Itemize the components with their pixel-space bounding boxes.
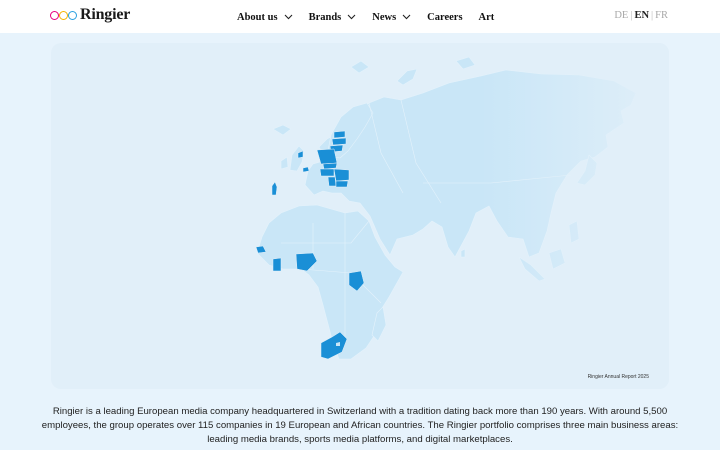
logo-wordmark: Ringier <box>80 6 131 23</box>
language-separator: | <box>651 10 654 21</box>
world-map-card: Ringier Annual Report 2025 <box>51 43 669 389</box>
country-portugal <box>271 181 278 196</box>
country-hungary <box>319 168 335 177</box>
country-bulgaria <box>335 180 349 188</box>
country-estonia <box>333 130 346 139</box>
nav-item-label: Careers <box>427 11 463 23</box>
map-credit: Ringier Annual Report 2025 <box>587 374 649 380</box>
country-serbia <box>327 176 337 187</box>
iceland-landmass <box>272 124 292 136</box>
chevron-down-icon <box>347 14 356 20</box>
intro-paragraph: Ringier is a leading European media comp… <box>41 406 679 445</box>
language-separator: | <box>630 10 633 21</box>
country-ghana <box>272 257 282 272</box>
language-de[interactable]: DE <box>614 10 628 21</box>
country-romania <box>333 168 350 182</box>
chevron-down-icon <box>284 14 292 20</box>
nav-item-about-us[interactable]: About us <box>237 12 293 23</box>
logo-ring-yellow <box>59 10 68 20</box>
svalbard-landmass <box>350 60 370 74</box>
logo-rings-icon <box>50 10 78 21</box>
nav-item-label: About us <box>237 11 278 23</box>
novaya-zemlya-landmass <box>396 68 418 86</box>
nav-item-art[interactable]: Art <box>479 12 495 23</box>
nav-item-label: Art <box>478 11 495 23</box>
nav-item-brands[interactable]: Brands <box>309 12 357 23</box>
main-nav: About us Brands News Careers Art <box>237 10 510 24</box>
sri-lanka-landmass <box>460 248 466 258</box>
world-map <box>255 43 669 389</box>
ringier-logo[interactable]: Ringier <box>50 7 130 23</box>
country-switzerland <box>302 166 310 173</box>
country-latvia <box>331 137 347 146</box>
language-fr[interactable]: FR <box>655 10 668 21</box>
nav-item-careers[interactable]: Careers <box>427 12 462 23</box>
nav-item-label: News <box>372 11 397 23</box>
nav-item-news[interactable]: News <box>372 12 411 23</box>
language-en[interactable]: EN <box>634 10 649 21</box>
great-britain-landmass <box>289 145 305 172</box>
logo-ring-magenta <box>50 10 59 20</box>
language-switcher: DE | EN | FR <box>614 10 668 21</box>
nav-item-label: Brands <box>308 11 342 23</box>
ireland-landmass <box>280 156 289 170</box>
country-slovakia <box>322 162 338 170</box>
logo-ring-blue <box>68 10 77 20</box>
chevron-down-icon <box>402 14 411 20</box>
site-header: Ringier About us Brands News Careers Art… <box>0 0 720 33</box>
severnaya-zemlya-landmass <box>455 56 476 70</box>
